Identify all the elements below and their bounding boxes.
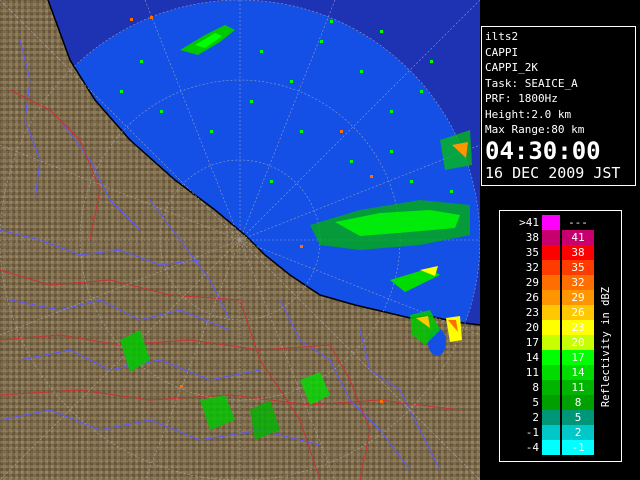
info-panel: ilts2 CAPPI CAPPI_2K Task: SEAICE_A PRF:… <box>481 26 636 186</box>
legend-low-value: 35 <box>525 246 539 259</box>
legend-swatch <box>542 350 560 365</box>
legend-high-value: 17 <box>571 351 585 364</box>
legend-swatch <box>542 215 560 230</box>
height-label: Height:2.0 km <box>485 107 572 121</box>
legend-low-value: 26 <box>525 291 539 304</box>
legend-swatch <box>542 380 560 395</box>
legend-row: 26 29 <box>506 290 596 305</box>
legend-high-value: 5 <box>574 411 582 424</box>
legend-row: 8 11 <box>506 380 596 395</box>
legend-low-value: 17 <box>525 336 539 349</box>
legend-row: 17 20 <box>506 335 596 350</box>
legend-swatch <box>542 440 560 455</box>
legend-high-value: --- <box>568 216 588 229</box>
legend-swatch <box>542 410 560 425</box>
legend-high-value: 35 <box>571 261 585 274</box>
legend-high-value: 32 <box>571 276 585 289</box>
legend-low-value: 32 <box>525 261 539 274</box>
legend-high-value: 29 <box>571 291 585 304</box>
legend-row: 25 <box>506 410 596 425</box>
legend-row: 35 38 <box>506 245 596 260</box>
legend-low-value: 20 <box>525 321 539 334</box>
legend-row: 11 14 <box>506 365 596 380</box>
legend-high-value: 8 <box>574 396 582 409</box>
legend-row: 23 26 <box>506 305 596 320</box>
legend-row: 58 <box>506 395 596 410</box>
legend-high-value: 11 <box>571 381 585 394</box>
legend-title: Reflectivity in dBZ <box>600 286 612 408</box>
legend-high-value: -1 <box>571 441 585 454</box>
legend-row: 29 32 <box>506 275 596 290</box>
legend-low-value: -1 <box>525 426 539 439</box>
legend-swatch <box>542 245 560 260</box>
legend-swatch <box>542 395 560 410</box>
reflectivity-legend: >41 --- 38 41 35 38 32 35 29 32 26 29 23 26 20 23 17 20 14… <box>499 210 622 462</box>
legend-low-value: 14 <box>525 351 539 364</box>
legend-swatch <box>542 230 560 245</box>
legend-high-value: 41 <box>571 231 585 244</box>
product-variant: CAPPI_2K <box>485 61 538 74</box>
legend-high-value: 20 <box>571 336 585 349</box>
legend-low-value: 29 <box>525 276 539 289</box>
observation-time: 04:30:00 <box>485 136 601 165</box>
observation-date: 16 DEC 2009 JST <box>485 163 621 182</box>
legend-row: 14 17 <box>506 350 596 365</box>
legend-high-value: 23 <box>571 321 585 334</box>
legend-low-value: -4 <box>525 441 539 454</box>
prf-label: PRF: 1800Hz <box>485 92 558 105</box>
legend-swatch <box>542 425 560 440</box>
legend-row: 32 35 <box>506 260 596 275</box>
legend-swatch <box>542 260 560 275</box>
radar-map[interactable] <box>0 0 480 480</box>
legend-low-value: 11 <box>525 366 539 379</box>
legend-swatch <box>542 275 560 290</box>
product-name: CAPPI <box>485 45 519 59</box>
legend-row: 38 41 <box>506 230 596 245</box>
legend-high-value: 2 <box>574 426 582 439</box>
task-label: Task: SEAICE_A <box>485 76 578 90</box>
radar-map-canvas <box>0 0 480 480</box>
legend-high-value: 14 <box>571 366 585 379</box>
legend-low-value: 2 <box>532 411 539 424</box>
legend-swatch <box>542 320 560 335</box>
legend-high-value: 38 <box>571 246 585 259</box>
station-name: ilts2 <box>485 30 519 43</box>
legend-swatch <box>542 365 560 380</box>
legend-low-value: 23 <box>525 306 539 319</box>
max-range-label: Max Range:80 km <box>485 123 585 136</box>
legend-low-value: 8 <box>532 381 539 394</box>
legend-low-value: 5 <box>532 396 539 409</box>
legend-swatch <box>542 335 560 350</box>
legend-high-value: 26 <box>571 306 585 319</box>
legend-swatch <box>542 290 560 305</box>
legend-low-value: 38 <box>525 231 539 244</box>
legend-low-value: >41 <box>519 216 539 229</box>
legend-row: 20 23 <box>506 320 596 335</box>
legend-row: -1 2 <box>506 425 596 440</box>
legend-row: >41 --- <box>506 215 596 230</box>
legend-row: -4 -1 <box>506 440 596 455</box>
legend-swatch <box>542 305 560 320</box>
